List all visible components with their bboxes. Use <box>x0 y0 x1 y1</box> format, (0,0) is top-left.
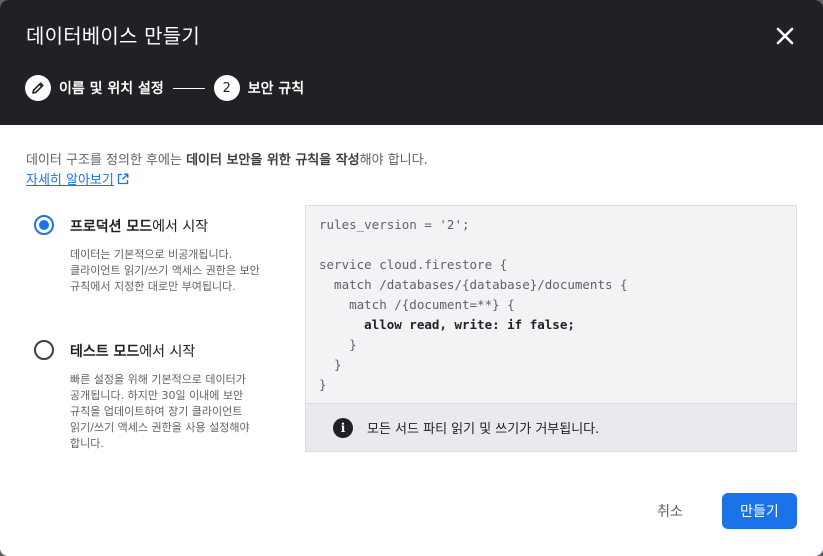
production-mode-option[interactable]: 프로덕션 모드에서 시작 데이터는 기본적으로 비공개됩니다. 클라이언트 읽기… <box>34 215 274 315</box>
learn-more-link[interactable]: 자세히 알아보기 <box>26 169 129 188</box>
test-mode-label-bold: 테스트 모드 <box>70 344 140 360</box>
stepper: 이름 및 위치 설정 2 보안 규칙 <box>25 75 304 101</box>
code-line-highlighted: allow read, write: if false; <box>319 317 575 332</box>
info-icon: i <box>333 417 353 438</box>
test-mode-radio[interactable] <box>34 340 54 360</box>
step-2-circle: 2 <box>213 75 240 101</box>
cancel-button[interactable]: 취소 <box>640 493 700 529</box>
code-line: rules_version = '2'; <box>319 217 470 232</box>
production-mode-radio[interactable] <box>34 215 54 235</box>
production-mode-label-bold: 프로덕션 모드 <box>70 219 153 235</box>
close-button[interactable] <box>772 23 798 49</box>
intro-text-part: 해야 합니다. <box>359 153 428 168</box>
production-mode-label: 프로덕션 모드에서 시작 <box>70 216 208 236</box>
production-mode-description: 데이터는 기본적으로 비공개됩니다. 클라이언트 읽기/쓰기 액세스 권한은 보… <box>70 248 260 293</box>
step-1-label: 이름 및 위치 설정 <box>59 81 164 97</box>
code-line: match /{document=**} { <box>319 297 515 312</box>
rules-info-text: 모든 서드 파티 읽기 및 쓰기가 거부됩니다. <box>367 422 600 437</box>
intro-bold-text: 데이터 보안을 위한 규칙을 작성 <box>186 153 360 168</box>
code-line: } <box>319 377 327 392</box>
learn-more-label: 자세히 알아보기 <box>26 173 114 188</box>
intro-text: 데이터 구조를 정의한 후에는 데이터 보안을 위한 규칙을 작성해야 합니다. <box>26 149 428 168</box>
close-icon <box>776 27 794 45</box>
code-line: service cloud.firestore { <box>319 257 508 272</box>
code-line: } <box>319 357 342 372</box>
production-mode-label-rest: 에서 시작 <box>152 219 209 235</box>
code-line: } <box>319 337 357 352</box>
create-button[interactable]: 만들기 <box>722 493 797 529</box>
test-mode-label-rest: 에서 시작 <box>139 344 196 360</box>
dialog-header: 데이터베이스 만들기 이름 및 위치 설정 2 보안 규칙 <box>0 0 823 125</box>
test-mode-option[interactable]: 테스트 모드에서 시작 빠른 설정을 위해 기본적으로 데이터가 공개됩니다. … <box>34 340 274 460</box>
dialog-title: 데이터베이스 만들기 <box>26 24 200 48</box>
security-rules-panel: rules_version = '2'; service cloud.firest… <box>305 205 797 452</box>
step-1-circle[interactable] <box>25 75 51 101</box>
pencil-icon <box>32 82 44 94</box>
test-mode-label: 테스트 모드에서 시작 <box>70 341 195 361</box>
intro-text-part: 데이터 구조를 정의한 후에는 <box>26 153 187 168</box>
step-connector <box>172 87 205 89</box>
rules-info-bar: i 모든 서드 파티 읽기 및 쓰기가 거부됩니다. <box>306 403 796 451</box>
step-2-index: 2 <box>222 80 231 96</box>
external-link-icon <box>117 173 129 184</box>
create-database-dialog: 데이터베이스 만들기 이름 및 위치 설정 2 보안 규칙 데이터 구조를 정의… <box>0 0 823 556</box>
test-mode-description: 빠른 설정을 위해 기본적으로 데이터가 공개됩니다. 하지만 30일 이내에 … <box>70 373 250 450</box>
code-line: match /databases/{database}/documents { <box>319 277 628 292</box>
step-2-label: 보안 규칙 <box>247 81 305 97</box>
rules-code: rules_version = '2'; service cloud.firest… <box>319 215 628 395</box>
